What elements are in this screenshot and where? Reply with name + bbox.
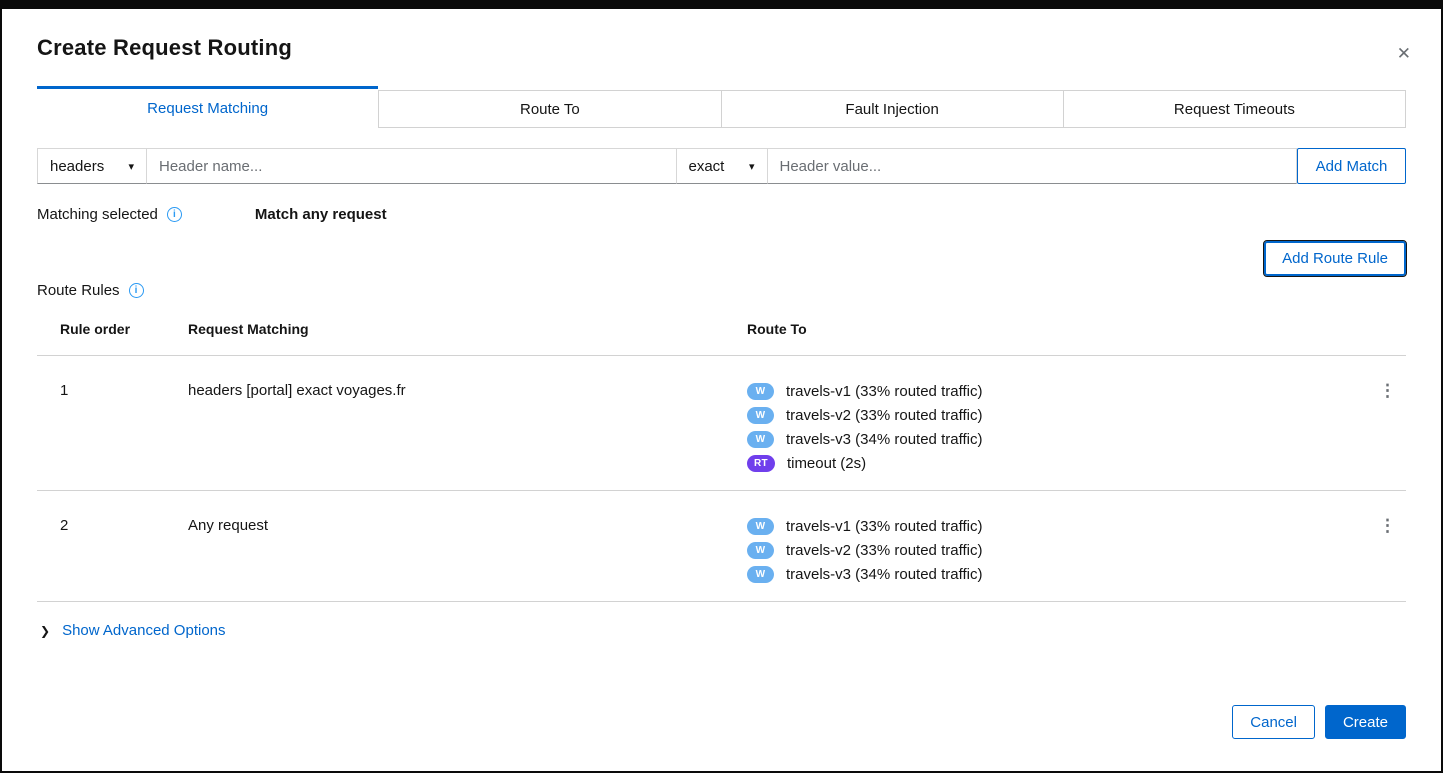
- match-builder: headers ▾ exact ▾ Add Match: [37, 148, 1406, 184]
- weight-badge: W: [747, 566, 774, 583]
- create-button[interactable]: Create: [1325, 705, 1406, 739]
- header-value-input[interactable]: [780, 158, 1285, 175]
- route-text: travels-v3 (34% routed traffic): [786, 566, 982, 583]
- route-rules-title: Route Rules: [37, 282, 120, 299]
- route-entry: W travels-v1 (33% routed traffic): [747, 517, 1358, 535]
- route-text: travels-v1 (33% routed traffic): [786, 383, 982, 400]
- column-rule-order: Rule order: [60, 321, 188, 337]
- header-name-input[interactable]: [159, 158, 664, 175]
- rule-order-cell: 2: [60, 517, 188, 534]
- dialog-header: Create Request Routing ✕: [2, 9, 1441, 68]
- tab-fault-injection[interactable]: Fault Injection: [722, 90, 1064, 128]
- route-entry: W travels-v3 (34% routed traffic): [747, 565, 1358, 583]
- column-route-to: Route To: [747, 321, 1358, 337]
- advanced-options-row: ❯ Show Advanced Options: [40, 622, 1406, 639]
- match-operator-select[interactable]: exact ▾: [677, 148, 768, 184]
- route-entry: W travels-v2 (33% routed traffic): [747, 406, 1358, 424]
- route-text: travels-v2 (33% routed traffic): [786, 407, 982, 424]
- weight-badge: W: [747, 518, 774, 535]
- header-name-field-wrap: [147, 148, 677, 184]
- route-text: travels-v2 (33% routed traffic): [786, 542, 982, 559]
- route-text: timeout (2s): [787, 455, 866, 472]
- show-advanced-options-link[interactable]: Show Advanced Options: [62, 622, 225, 639]
- tab-route-to[interactable]: Route To: [378, 90, 721, 128]
- route-entry: RT timeout (2s): [747, 454, 1358, 472]
- add-match-button[interactable]: Add Match: [1297, 148, 1406, 184]
- route-rules-table-header: Rule order Request Matching Route To: [37, 321, 1406, 356]
- info-icon[interactable]: i: [129, 283, 144, 298]
- request-matching-cell: Any request: [188, 517, 747, 534]
- kebab-menu-icon[interactable]: ⋮: [1369, 382, 1406, 400]
- add-route-rule-button[interactable]: Add Route Rule: [1264, 241, 1406, 276]
- dialog-footer: Cancel Create: [2, 705, 1441, 771]
- request-timeout-badge: RT: [747, 455, 775, 472]
- info-icon[interactable]: i: [167, 207, 182, 222]
- request-matching-cell: headers [portal] exact voyages.fr: [188, 382, 747, 399]
- weight-badge: W: [747, 383, 774, 400]
- matching-selected-label: Matching selected: [37, 206, 158, 223]
- route-entry: W travels-v1 (33% routed traffic): [747, 382, 1358, 400]
- match-operator-value: exact: [689, 158, 725, 175]
- route-text: travels-v3 (34% routed traffic): [786, 431, 982, 448]
- match-category-value: headers: [50, 158, 104, 175]
- table-row: 2 Any request W travels-v1 (33% routed t…: [37, 491, 1406, 602]
- route-entry: W travels-v3 (34% routed traffic): [747, 430, 1358, 448]
- weight-badge: W: [747, 542, 774, 559]
- dialog-title: Create Request Routing: [37, 35, 292, 61]
- matching-status-row: Matching selected i Match any request: [37, 206, 1406, 223]
- matching-selected-value: Match any request: [255, 206, 387, 223]
- route-entry: W travels-v2 (33% routed traffic): [747, 541, 1358, 559]
- tab-bar: Request Matching Route To Fault Injectio…: [37, 86, 1406, 128]
- create-request-routing-dialog: Create Request Routing ✕ Request Matchin…: [2, 9, 1441, 771]
- tab-request-matching[interactable]: Request Matching: [37, 86, 378, 128]
- chevron-right-icon[interactable]: ❯: [40, 624, 50, 638]
- match-category-select[interactable]: headers ▾: [37, 148, 147, 184]
- column-request-matching: Request Matching: [188, 321, 747, 337]
- weight-badge: W: [747, 431, 774, 448]
- rule-order-cell: 1: [60, 382, 188, 399]
- table-row: 1 headers [portal] exact voyages.fr W tr…: [37, 356, 1406, 491]
- add-route-rule-row: Add Route Rule: [37, 241, 1406, 276]
- header-value-field-wrap: [768, 148, 1298, 184]
- close-icon[interactable]: ✕: [1391, 39, 1417, 68]
- weight-badge: W: [747, 407, 774, 424]
- route-rules-title-row: Route Rules i: [37, 282, 1406, 299]
- route-text: travels-v1 (33% routed traffic): [786, 518, 982, 535]
- tab-request-timeouts[interactable]: Request Timeouts: [1064, 90, 1406, 128]
- route-to-cell: W travels-v1 (33% routed traffic) W trav…: [747, 382, 1358, 472]
- caret-down-icon: ▾: [128, 160, 134, 173]
- caret-down-icon: ▾: [749, 160, 755, 173]
- route-to-cell: W travels-v1 (33% routed traffic) W trav…: [747, 517, 1358, 583]
- cancel-button[interactable]: Cancel: [1232, 705, 1315, 739]
- kebab-menu-icon[interactable]: ⋮: [1369, 517, 1406, 535]
